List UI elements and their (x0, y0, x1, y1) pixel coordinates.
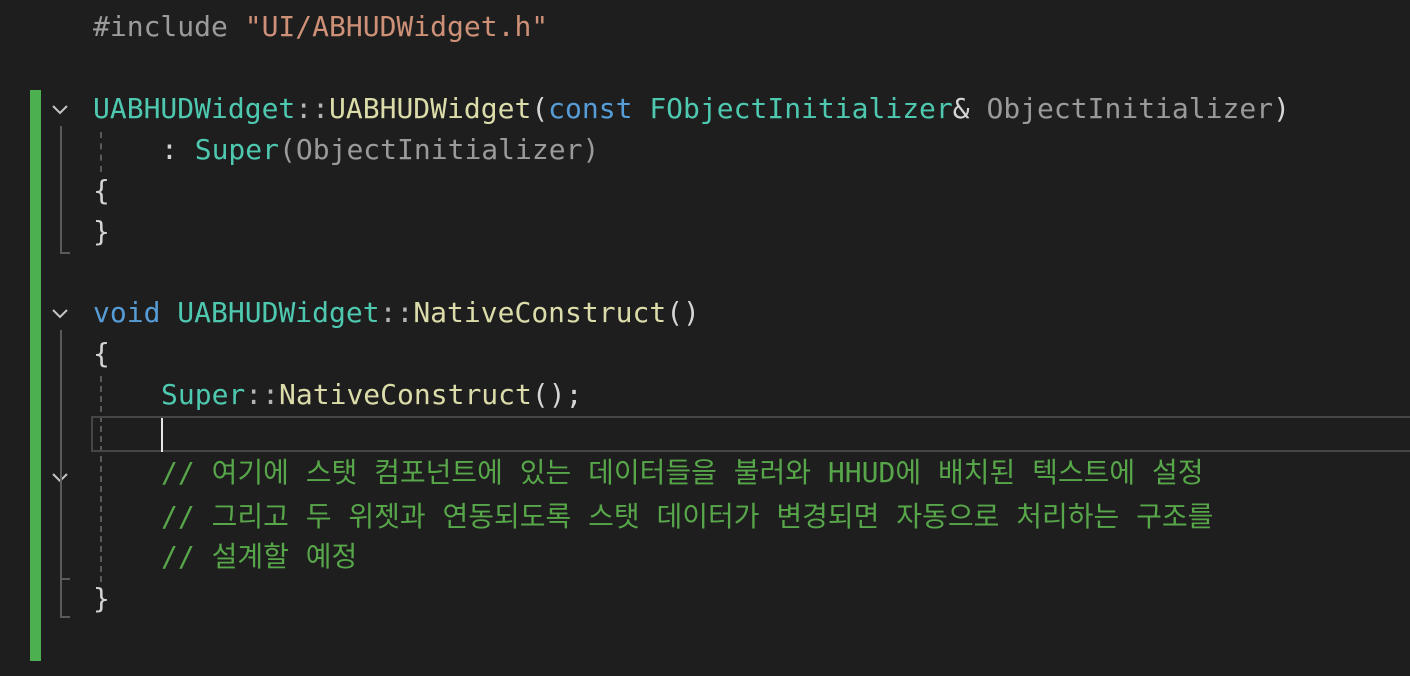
text-caret (161, 418, 163, 452)
code-line-include[interactable]: #include "UI/ABHUDWidget.h" (93, 6, 548, 47)
comment-text: // 그리고 두 위젯과 연동되도록 스탯 데이터가 변경되면 자동으로 처리하… (161, 500, 1214, 533)
brace-close: } (93, 215, 110, 248)
include-path: "UI/ABHUDWidget.h" (244, 10, 549, 43)
init-colon: : (161, 133, 178, 166)
method-name: NativeConstruct (413, 296, 667, 329)
init-arg: (ObjectInitializer) (279, 133, 600, 166)
code-line-brace-open[interactable]: { (93, 333, 110, 374)
fold-guide-line (60, 330, 62, 616)
code-line-super-call[interactable]: Super::NativeConstruct(); (93, 374, 582, 415)
code-line-comment[interactable]: // 그리고 두 위젯과 연동되도록 스탯 데이터가 변경되면 자동으로 처리하… (93, 496, 1213, 537)
close-paren: ) (1273, 92, 1290, 125)
param-type: FObjectInitializer (649, 92, 953, 125)
code-line-brace-open[interactable]: { (93, 170, 110, 211)
class-name: UABHUDWidget (177, 296, 380, 329)
current-line-highlight (91, 416, 1410, 452)
code-line-brace-close[interactable]: } (93, 211, 110, 252)
code-line-comment[interactable]: // 설계할 예정 (93, 536, 357, 577)
scope-operator: :: (295, 92, 330, 125)
fold-guide-line (60, 126, 62, 254)
method-name: UABHUDWidget (329, 92, 532, 125)
brace-open: { (93, 337, 110, 370)
code-line-initializer[interactable]: : Super(ObjectInitializer) (93, 129, 599, 170)
param-name: ObjectInitializer (986, 92, 1274, 125)
code-line-comment[interactable]: // 여기에 스탯 컴포넌트에 있는 데이터들을 불러와 HHUD에 배치된 텍… (93, 452, 1204, 493)
comment-text: // 설계할 예정 (161, 540, 358, 573)
brace-close: } (93, 582, 110, 615)
code-line-brace-close[interactable]: } (93, 578, 110, 619)
change-indicator-bar (30, 90, 41, 258)
include-directive: #include (93, 10, 228, 43)
keyword-const: const (548, 92, 633, 125)
scope-operator: :: (245, 378, 280, 411)
super-keyword: Super (194, 133, 280, 166)
super-call-name: NativeConstruct (279, 378, 532, 411)
code-line-nativeconstruct-signature[interactable]: void UABHUDWidget::NativeConstruct() (93, 292, 700, 333)
call-tail: (); (531, 378, 583, 411)
comment-text: // 여기에 스탯 컴포넌트에 있는 데이터들을 불러와 HHUD에 배치된 텍… (161, 456, 1204, 489)
super-keyword: Super (161, 378, 246, 411)
fold-guide-end (60, 252, 70, 254)
fold-chevron-icon[interactable] (50, 304, 70, 324)
code-line-constructor-signature[interactable]: UABHUDWidget::UABHUDWidget(const FObject… (93, 88, 1290, 129)
fold-guide-end (60, 578, 70, 580)
fold-chevron-icon[interactable] (50, 100, 70, 120)
ampersand: & (952, 92, 970, 125)
return-type: void (93, 296, 161, 329)
fold-guide-end (60, 616, 70, 618)
open-paren: ( (531, 92, 549, 125)
code-editor[interactable]: #include "UI/ABHUDWidget.h" UABHUDWidget… (0, 0, 1410, 676)
change-indicator-bar (30, 258, 41, 661)
parens: () (666, 296, 700, 329)
scope-operator: :: (379, 296, 414, 329)
class-name: UABHUDWidget (93, 92, 296, 125)
brace-open: { (93, 174, 110, 207)
